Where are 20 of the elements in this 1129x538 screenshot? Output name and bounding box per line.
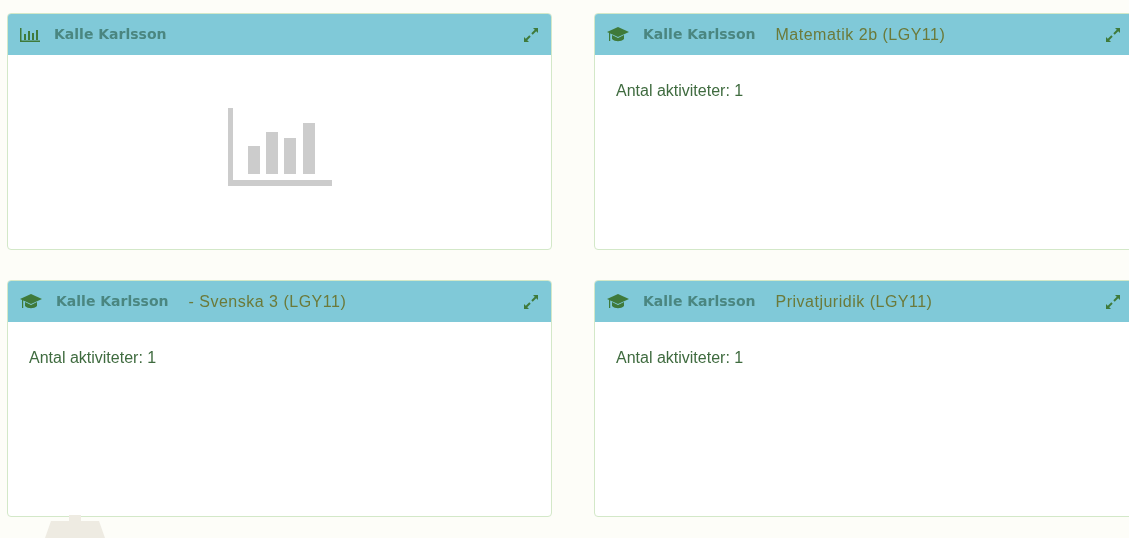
course-title: Privatjuridik (LGY11) [775,291,933,312]
student-name: Kalle Karlsson [56,292,169,311]
course-title: - Svenska 3 (LGY11) [188,291,347,312]
bar-chart-icon [20,27,40,42]
graduation-cap-icon [20,293,42,310]
expand-icon[interactable] [1105,293,1121,310]
activity-count: Antal aktiviteter: 1 [616,349,744,366]
activity-count: Antal aktiviteter: 1 [29,349,157,366]
student-name: Kalle Karlsson [643,25,756,44]
expand-icon[interactable] [1105,26,1121,43]
lamp-drawing [45,515,105,538]
activity-count: Antal aktiviteter: 1 [616,82,744,99]
graduation-cap-icon [607,26,629,43]
course-title: Matematik 2b (LGY11) [775,24,946,45]
expand-icon[interactable] [523,26,539,43]
student-name: Kalle Karlsson [643,292,756,311]
empty-chart-icon [227,108,332,186]
student-name: Kalle Karlsson [54,25,167,44]
expand-icon[interactable] [523,293,539,310]
graduation-cap-icon [607,293,629,310]
